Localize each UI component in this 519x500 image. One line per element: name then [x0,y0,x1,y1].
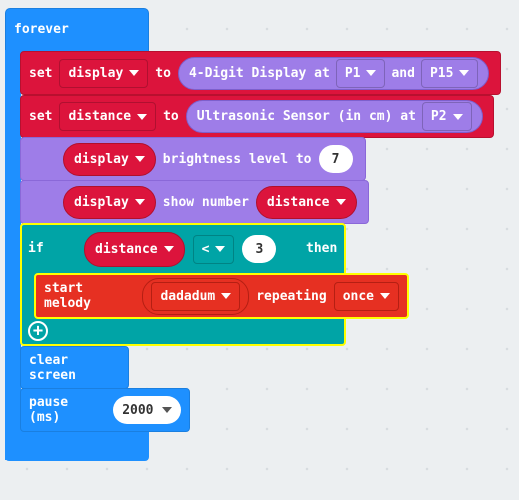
caret-down-icon [335,199,346,205]
variable-name: distance [266,194,330,210]
set-display-block[interactable]: set display to 4-Digit Display at P1 and… [20,51,501,95]
reporter-label: 4-Digit Display at [188,65,330,81]
pause-duration-dropdown[interactable]: 2000 [112,396,181,424]
caret-down-icon [129,70,140,76]
variable-dropdown[interactable]: display [59,58,149,88]
pause-block[interactable]: pause (ms) 2000 [20,388,190,432]
distance-variable-reporter[interactable]: distance [255,185,357,219]
caret-down-icon [366,70,377,76]
repeating-label: repeating [256,288,327,304]
melody-reporter[interactable]: dadadum [142,277,250,315]
start-melody-block[interactable]: start melody dadadum repeating once [34,273,409,319]
pause-label: pause (ms) [29,395,69,425]
melody-dropdown[interactable]: dadadum [151,281,241,311]
show-number-label: show number [162,194,249,210]
forever-bottom [5,430,149,461]
pin2-value: P15 [429,65,454,81]
caret-down-icon [134,199,145,205]
pin1-value: P1 [344,65,361,81]
display-variable-reporter[interactable]: display [63,142,156,176]
caret-down-icon [134,156,145,162]
pin1-dropdown[interactable]: P1 [335,58,386,88]
caret-down-icon [459,70,470,76]
if-label: if [28,241,44,256]
compare-value-input[interactable]: 3 [242,235,276,263]
forever-block[interactable]: forever [5,8,149,54]
brightness-value: 7 [331,151,340,167]
start-melody-label: start melody [44,281,91,311]
pin-value: P2 [430,109,447,124]
variable-dropdown[interactable]: distance [59,102,157,131]
brightness-input[interactable]: 7 [318,145,353,173]
distance-variable-reporter[interactable]: distance [84,232,185,267]
clear-screen-block[interactable]: clear screen [20,346,129,389]
display-variable-reporter[interactable]: display [63,185,156,219]
pin2-dropdown[interactable]: P15 [420,58,479,88]
and-label: and [391,65,415,81]
forever-arm [5,50,21,460]
set-distance-block[interactable]: set distance to Ultrasonic Sensor (in cm… [20,95,494,138]
add-else-button[interactable]: + [28,321,48,341]
comparison-condition[interactable]: distance < 3 [62,229,298,269]
plus-icon: + [32,320,44,341]
to-label: to [163,109,179,124]
caret-down-icon [221,293,232,299]
variable-name: display [68,65,124,81]
variable-name: distance [95,241,158,257]
ultrasonic-sensor-reporter[interactable]: Ultrasonic Sensor (in cm) at P2 [185,100,483,133]
caret-down-icon [452,113,463,120]
operator-dropdown[interactable]: < [193,235,235,264]
brightness-label: brightness level to [162,151,312,167]
show-number-block[interactable]: display show number distance [20,180,369,224]
caret-down-icon [161,407,172,413]
repeat-mode-dropdown[interactable]: once [333,281,399,311]
variable-name: distance [68,109,132,124]
reporter-label: Ultrasonic Sensor (in cm) at [196,109,416,124]
set-label: set [29,65,53,81]
variable-name: display [74,194,129,210]
operator-value: < [201,241,210,257]
caret-down-icon [380,293,390,299]
pause-value: 2000 [122,402,154,418]
melody-value: dadadum [160,288,216,304]
repeat-mode-value: once [342,288,374,304]
pin-dropdown[interactable]: P2 [421,102,472,131]
forever-label: forever [14,22,69,37]
set-label: set [29,109,53,124]
caret-down-icon [137,113,148,120]
to-label: to [155,65,171,81]
variable-name: display [74,151,129,167]
four-digit-display-reporter[interactable]: 4-Digit Display at P1 and P15 [177,56,490,90]
brightness-block[interactable]: display brightness level to 7 [20,137,366,181]
caret-down-icon [215,246,225,252]
compare-value: 3 [255,241,264,257]
caret-down-icon [164,246,174,252]
then-label: then [306,241,338,256]
clear-screen-label: clear screen [29,352,76,383]
